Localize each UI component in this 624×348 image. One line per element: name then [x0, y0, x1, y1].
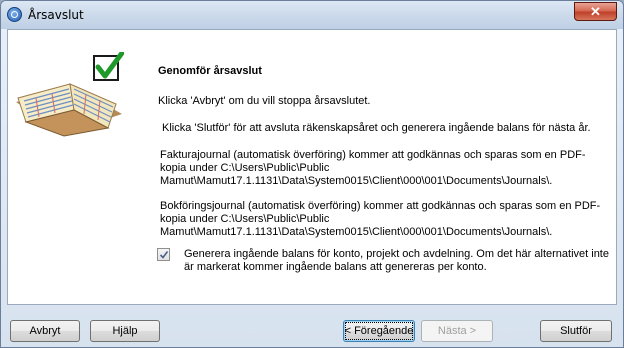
window-title: Årsavslut — [28, 8, 84, 22]
finish-button[interactable]: Slutför — [540, 320, 612, 342]
wizard-window: Årsavslut ✕ Genomför årsavslut Klicka 'A… — [0, 0, 624, 348]
app-icon — [7, 7, 22, 22]
checkbox-check-icon — [159, 251, 169, 259]
invoice-journal-info: Fakturajournal (automatisk överföring) k… — [160, 149, 586, 187]
cancel-instruction: Klicka 'Avbryt' om du vill stoppa årsavs… — [158, 95, 371, 107]
close-button[interactable]: ✕ — [574, 2, 617, 21]
accounting-journal-info: Bokföringsjournal (automatisk överföring… — [160, 200, 601, 238]
wizard-content: Genomför årsavslut Klicka 'Avbryt' om du… — [7, 29, 617, 305]
previous-button[interactable]: < Föregående — [343, 320, 415, 342]
page-heading: Genomför årsavslut — [158, 65, 262, 77]
ledger-book-icon — [16, 52, 124, 137]
help-button[interactable]: Hjälp — [90, 320, 160, 342]
finish-instruction: Klicka 'Slutför' för att avsluta räkensk… — [162, 122, 591, 134]
cancel-button[interactable]: Avbryt — [10, 320, 80, 342]
opening-balance-label[interactable]: Generera ingående balans för konto, proj… — [184, 248, 614, 274]
opening-balance-checkbox[interactable] — [157, 248, 170, 261]
next-button[interactable]: Nästa > — [421, 320, 493, 342]
button-bar: Avbryt Hjälp < Föregående Nästa > Slutfö… — [1, 305, 623, 347]
title-bar[interactable]: Årsavslut ✕ — [1, 1, 623, 29]
